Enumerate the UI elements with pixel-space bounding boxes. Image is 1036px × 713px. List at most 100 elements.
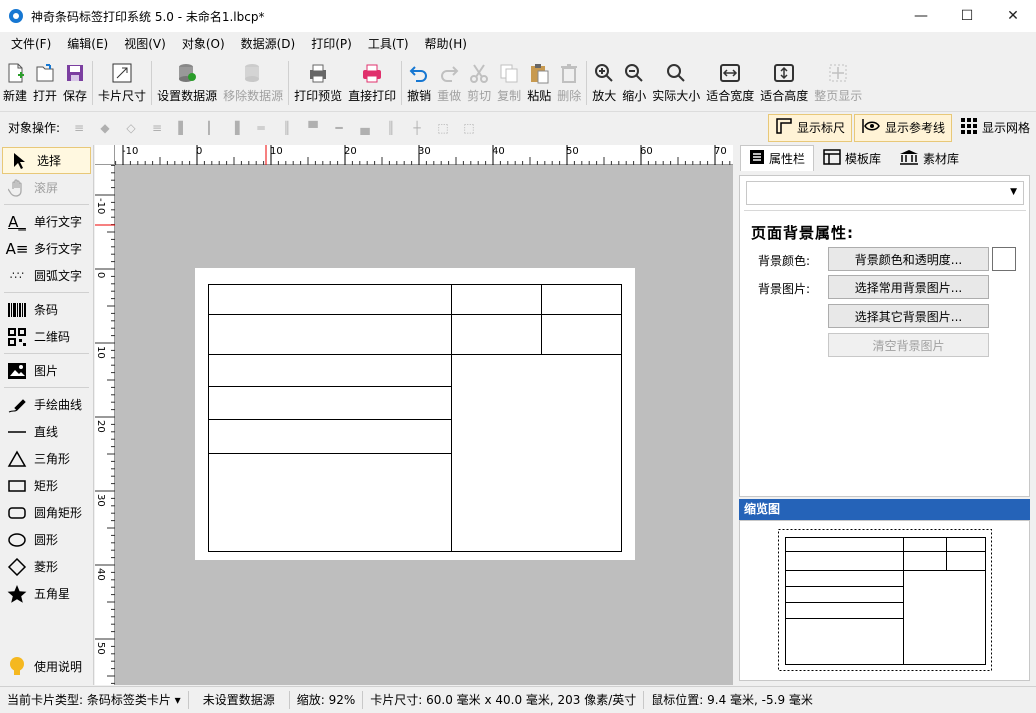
cut-button[interactable]: 剪切 (464, 57, 494, 107)
menu-file[interactable]: 文件(F) (3, 32, 59, 56)
ruler-icon (775, 117, 793, 138)
menu-view[interactable]: 视图(V) (116, 32, 174, 56)
tool-freehand[interactable]: 手绘曲线 (0, 391, 93, 418)
ruler-label: 30 (95, 494, 106, 507)
direct-print-button[interactable]: 直接打印 (345, 57, 399, 107)
menu-object[interactable]: 对象(O) (174, 32, 233, 56)
tool-line[interactable]: 直线 (0, 418, 93, 445)
card-size-button[interactable]: 卡片尺寸 (95, 57, 149, 107)
eye-icon (861, 117, 881, 138)
zoom-in-button[interactable]: 放大 (589, 57, 619, 107)
diamond-icon (6, 556, 28, 578)
label-table-grid (208, 284, 622, 552)
send-backward-icon[interactable]: ◇ (118, 115, 144, 141)
distribute-v-icon[interactable]: ║ (378, 115, 404, 141)
tool-rect[interactable]: 矩形 (0, 472, 93, 499)
bring-forward-icon[interactable]: ◆ (92, 115, 118, 141)
undo-button[interactable]: 撤销 (404, 57, 434, 107)
tool-star[interactable]: 五角星 (0, 580, 93, 607)
fit-page-icon (826, 61, 850, 85)
select-common-bg-button[interactable]: 选择常用背景图片... (828, 275, 989, 299)
new-button[interactable]: 新建 (0, 57, 30, 107)
paste-button[interactable]: 粘贴 (524, 57, 554, 107)
clear-bg-button[interactable]: 清空背景图片 (828, 333, 989, 357)
select-other-bg-button[interactable]: 选择其它背景图片... (828, 304, 989, 328)
bg-color-button[interactable]: 背景颜色和透明度... (828, 247, 989, 271)
show-guides-toggle[interactable]: 显示参考线 (853, 113, 952, 142)
fit-width-icon (718, 61, 742, 85)
align-bottom-icon[interactable]: ▄ (352, 115, 378, 141)
tool-scroll[interactable]: 滚屏 (0, 174, 93, 201)
redo-button[interactable]: 重做 (434, 57, 464, 107)
actual-size-button[interactable]: 实际大小 (649, 57, 703, 107)
status-zoom: 缩放: 92% (290, 691, 364, 709)
menu-tools[interactable]: 工具(T) (360, 32, 417, 56)
menu-datasource[interactable]: 数据源(D) (233, 32, 304, 56)
tool-image[interactable]: 图片 (0, 357, 93, 384)
fit-width-button[interactable]: 适合宽度 (703, 57, 757, 107)
menu-help[interactable]: 帮助(H) (417, 32, 475, 56)
ruler-label: 0 (95, 272, 106, 278)
maximize-button[interactable]: ☐ (944, 0, 990, 32)
zoom-out-button[interactable]: 缩小 (619, 57, 649, 107)
preview-thumbnail[interactable] (739, 520, 1030, 681)
tab-materials[interactable]: 素材库 (890, 145, 968, 171)
center-v-icon[interactable]: ┼ (404, 115, 430, 141)
list-icon (749, 149, 765, 168)
tool-select[interactable]: 选择 (2, 147, 91, 174)
object-toolbar: 对象操作: ≡ ◆ ◇ ≡ ▌ ┃ ▐ ═ ║ ▀ ━ ▄ ║ ┼ ⬚ ⬚ 显示… (0, 111, 1036, 143)
close-button[interactable]: ✕ (990, 0, 1036, 32)
show-grid-toggle[interactable]: 显示网格 (954, 114, 1036, 142)
show-ruler-toggle[interactable]: 显示标尺 (767, 113, 852, 142)
tab-templates[interactable]: 模板库 (814, 145, 890, 171)
ruler-label: 20 (344, 146, 357, 157)
ruler-label: 20 (95, 420, 106, 433)
align-middle-icon[interactable]: ━ (326, 115, 352, 141)
zoom-out-icon (622, 61, 646, 85)
bring-front-icon[interactable]: ≡ (66, 115, 92, 141)
send-back-icon[interactable]: ≡ (144, 115, 170, 141)
vertical-ruler: -10 0 10 20 30 40 50 (95, 164, 115, 685)
menu-print[interactable]: 打印(P) (303, 32, 360, 56)
tool-help[interactable]: 使用说明 (0, 653, 82, 680)
tool-diamond[interactable]: 菱形 (0, 553, 93, 580)
align-center-icon[interactable]: ┃ (196, 115, 222, 141)
status-mouse-position: 鼠标位置: 9.4 毫米, -5.9 毫米 (651, 693, 813, 707)
tool-single-text[interactable]: A_ 单行文字 (0, 208, 93, 235)
tool-ellipse[interactable]: 圆形 (0, 526, 93, 553)
tool-round-rect[interactable]: 圆角矩形 (0, 499, 93, 526)
set-datasource-button[interactable]: 设置数据源 (154, 57, 220, 107)
delete-button[interactable]: 删除 (554, 57, 584, 107)
group-icon[interactable]: ⬚ (430, 115, 456, 141)
fit-page-button[interactable]: 整页显示 (811, 57, 865, 107)
bg-color-swatch[interactable] (992, 247, 1016, 271)
save-button[interactable]: 保存 (60, 57, 90, 107)
status-card-type[interactable]: 当前卡片类型: 条码标签类卡片 ▾ (0, 691, 189, 709)
minimize-button[interactable]: — (898, 0, 944, 32)
fit-height-button[interactable]: 适合高度 (757, 57, 811, 107)
print-preview-button[interactable]: 打印预览 (291, 57, 345, 107)
object-select-dropdown[interactable]: ▼ (746, 181, 1024, 205)
distribute-h-icon[interactable]: ═ (248, 115, 274, 141)
tool-barcode[interactable]: 条码 (0, 296, 93, 323)
image-icon (6, 360, 28, 382)
tool-qrcode[interactable]: 二维码 (0, 323, 93, 350)
divider (744, 210, 1026, 211)
tool-separator (4, 292, 89, 293)
tool-triangle[interactable]: 三角形 (0, 445, 93, 472)
design-canvas[interactable]: -10 0 10 20 30 40 50 60 70 -10 0 10 20 30 40 5… (95, 145, 733, 685)
tab-properties[interactable]: 属性栏 (740, 145, 815, 171)
distribute-space-icon[interactable]: ║ (274, 115, 300, 141)
copy-button[interactable]: 复制 (494, 57, 524, 107)
tool-arc-text[interactable]: ∴∵ 圆弧文字 (0, 262, 93, 289)
open-button[interactable]: 打开 (30, 57, 60, 107)
ungroup-icon[interactable]: ⬚ (456, 115, 482, 141)
remove-datasource-button[interactable]: 移除数据源 (220, 57, 286, 107)
align-left-icon[interactable]: ▌ (170, 115, 196, 141)
label-page[interactable] (195, 268, 635, 560)
align-top-icon[interactable]: ▀ (300, 115, 326, 141)
menu-edit[interactable]: 编辑(E) (59, 32, 116, 56)
align-right-icon[interactable]: ▐ (222, 115, 248, 141)
redo-icon (437, 61, 461, 85)
tool-multi-text[interactable]: A≡ 多行文字 (0, 235, 93, 262)
